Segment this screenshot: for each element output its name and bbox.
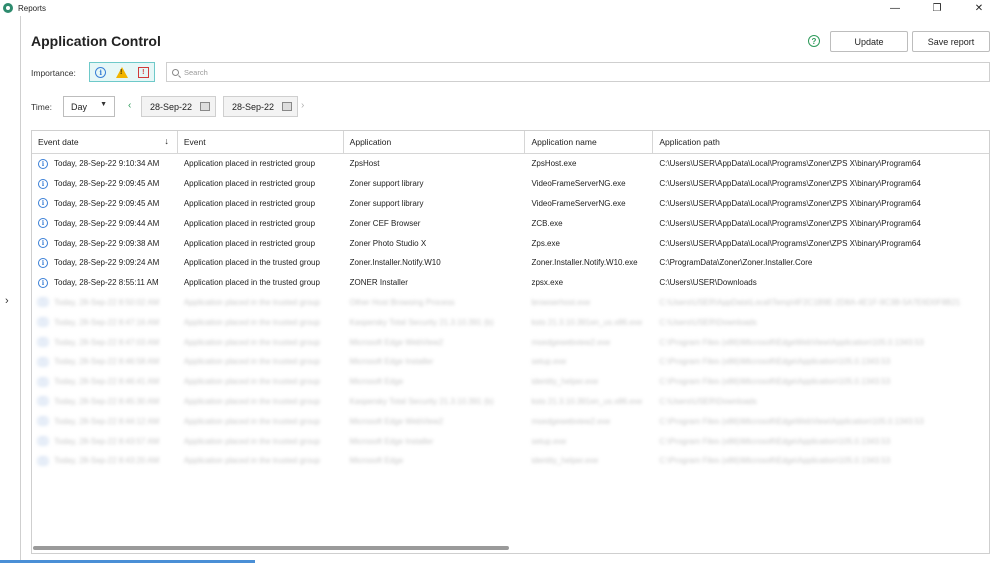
info-icon: i [38, 297, 48, 308]
importance-warning-toggle[interactable] [111, 63, 132, 81]
update-button[interactable]: Update [830, 31, 908, 52]
search-input[interactable] [184, 67, 974, 77]
table-row-blurred[interactable]: i Today, 28-Sep-22 8:47:03 AM Application… [32, 332, 989, 352]
info-icon: i [38, 376, 48, 387]
horizontal-scrollbar[interactable] [33, 546, 509, 550]
info-icon: i [38, 317, 48, 328]
save-report-button[interactable]: Save report [912, 31, 990, 52]
table-row-blurred[interactable]: i Today, 28-Sep-22 8:45:30 AM Application… [32, 392, 989, 412]
expand-sidebar-icon[interactable]: › [5, 295, 9, 307]
sort-descending-icon: ↓ [164, 136, 169, 146]
info-icon: i [38, 356, 48, 367]
events-table: Event date ↓ Event Application Applicati… [31, 130, 990, 554]
column-header-application[interactable]: Application [344, 131, 526, 153]
next-period-icon[interactable]: › [301, 100, 304, 111]
column-header-application-path[interactable]: Application path [653, 131, 989, 153]
table-row-blurred[interactable]: i Today, 28-Sep-22 8:43:20 AM Application… [32, 451, 989, 471]
column-header-event-date[interactable]: Event date ↓ [32, 131, 178, 153]
info-icon: i [38, 218, 48, 229]
table-row-blurred[interactable]: i Today, 28-Sep-22 8:46:41 AM Application… [32, 372, 989, 392]
search-box [166, 62, 990, 82]
period-select[interactable]: Day ▼ [63, 96, 115, 117]
chevron-down-icon: ▼ [100, 101, 107, 108]
table-row-blurred[interactable]: i Today, 28-Sep-22 8:46:58 AM Application… [32, 352, 989, 372]
previous-period-icon[interactable]: ‹ [128, 100, 131, 111]
calendar-icon[interactable] [200, 102, 210, 111]
window-title: Reports [18, 3, 47, 13]
app-logo-icon [3, 3, 13, 13]
time-label: Time: [31, 102, 52, 112]
table-row-blurred[interactable]: i Today, 28-Sep-22 8:44:12 AM Application… [32, 411, 989, 431]
importance-label: Importance: [31, 68, 76, 78]
info-icon: i [38, 337, 48, 348]
table-row-blurred[interactable]: i Today, 28-Sep-22 8:50:02 AM Application… [32, 293, 989, 313]
importance-info-toggle[interactable]: i [90, 63, 111, 81]
page-title: Application Control [31, 33, 161, 49]
table-row[interactable]: i Today, 28-Sep-22 9:09:24 AM Application… [32, 253, 989, 273]
info-icon: i [38, 416, 48, 427]
calendar-icon[interactable] [282, 102, 292, 111]
info-icon: i [95, 66, 107, 78]
warning-icon [115, 66, 128, 78]
info-icon: i [38, 178, 48, 189]
info-icon: i [38, 158, 48, 169]
info-icon: i [38, 277, 48, 288]
table-row-blurred[interactable]: i Today, 28-Sep-22 8:47:16 AM Application… [32, 312, 989, 332]
window-controls: — ❐ ✕ [874, 0, 1000, 16]
info-icon: i [38, 436, 48, 447]
title-bar: Reports — ❐ ✕ [0, 0, 1000, 16]
info-icon: i [38, 257, 48, 268]
column-header-event[interactable]: Event [178, 131, 344, 153]
table-row[interactable]: i Today, 28-Sep-22 9:09:38 AM Application… [32, 233, 989, 253]
search-icon [172, 68, 179, 76]
table-row-blurred[interactable]: i Today, 28-Sep-22 8:43:57 AM Application… [32, 431, 989, 451]
period-value: Day [71, 101, 88, 112]
left-rail: › [0, 16, 21, 563]
table-header: Event date ↓ Event Application Applicati… [32, 131, 989, 154]
help-icon[interactable]: ? [808, 35, 820, 47]
info-icon: i [38, 238, 48, 249]
minimize-icon[interactable]: — [874, 0, 916, 16]
critical-icon: ! [137, 66, 149, 78]
date-to-field[interactable]: 28-Sep-22 [223, 96, 298, 117]
column-header-application-name[interactable]: Application name [525, 131, 654, 153]
importance-filter: i ! [89, 62, 155, 82]
date-to-value: 28-Sep-22 [232, 101, 275, 112]
table-row[interactable]: i Today, 28-Sep-22 9:09:45 AM Application… [32, 174, 989, 194]
close-icon[interactable]: ✕ [958, 0, 1000, 16]
info-icon: i [38, 396, 48, 407]
table-body: i Today, 28-Sep-22 9:10:34 AM Application… [32, 154, 989, 471]
table-row[interactable]: i Today, 28-Sep-22 9:09:45 AM Application… [32, 194, 989, 214]
importance-critical-toggle[interactable]: ! [133, 63, 154, 81]
date-from-field[interactable]: 28-Sep-22 [141, 96, 216, 117]
table-row[interactable]: i Today, 28-Sep-22 8:55:11 AM Application… [32, 273, 989, 293]
table-row[interactable]: i Today, 28-Sep-22 9:09:44 AM Application… [32, 213, 989, 233]
restore-icon[interactable]: ❐ [916, 0, 958, 16]
table-row[interactable]: i Today, 28-Sep-22 9:10:34 AM Application… [32, 154, 989, 174]
info-icon: i [38, 455, 48, 466]
date-from-value: 28-Sep-22 [150, 101, 193, 112]
info-icon: i [38, 198, 48, 209]
